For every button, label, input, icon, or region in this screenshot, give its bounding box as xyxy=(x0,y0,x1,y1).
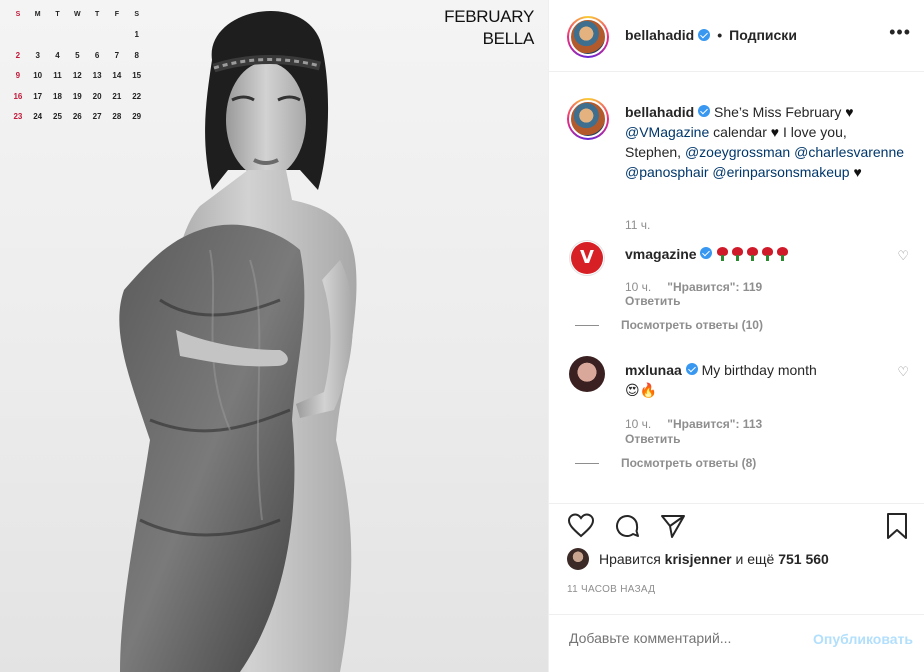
comment-username[interactable]: vmagazine xyxy=(625,246,697,262)
like-icon[interactable] xyxy=(567,512,595,540)
verified-icon xyxy=(685,363,698,375)
view-replies-button[interactable]: Посмотреть ответы (10) xyxy=(575,318,763,332)
mention-link[interactable]: @charlesvarenne xyxy=(794,144,904,160)
share-icon[interactable] xyxy=(659,512,687,540)
view-replies-button[interactable]: Посмотреть ответы (8) xyxy=(575,456,756,470)
black-heart-icon: ♥ xyxy=(853,164,862,180)
likes-prefix: Нравится xyxy=(599,551,661,567)
comment-likes[interactable]: "Нравится": 119 xyxy=(667,280,762,294)
comment-likes[interactable]: "Нравится": 113 xyxy=(667,417,762,431)
dot-separator: • xyxy=(717,27,723,43)
bookmark-icon[interactable] xyxy=(883,512,911,540)
mention-link[interactable]: @erinparsonsmakeup xyxy=(712,164,849,180)
reply-button[interactable]: Ответить xyxy=(625,294,680,308)
commenter-avatar[interactable] xyxy=(569,356,605,392)
black-heart-icon: ♥ xyxy=(845,104,854,120)
comment-input[interactable] xyxy=(569,630,789,646)
caption-username[interactable]: bellahadid xyxy=(625,104,694,120)
following-button[interactable]: Подписки xyxy=(729,27,797,43)
comment-username[interactable]: mxlunaa xyxy=(625,362,682,378)
model-figure-illustration xyxy=(119,11,357,672)
verified-icon xyxy=(698,29,711,41)
comment-icon[interactable] xyxy=(613,512,641,540)
mention-link[interactable]: @zoeygrossman xyxy=(685,144,790,160)
comment-meta: 10 ч. "Нравится": 113 xyxy=(625,417,762,431)
mention-link[interactable]: @panosphair xyxy=(625,164,709,180)
commenter-avatar[interactable]: V xyxy=(569,240,605,276)
post-timestamp[interactable]: 11 ЧАСОВ НАЗАД xyxy=(567,584,655,595)
caption-avatar[interactable] xyxy=(567,98,609,140)
liker-avatar[interactable] xyxy=(567,548,589,570)
author-username[interactable]: bellahadid xyxy=(625,27,694,43)
black-heart-icon: ♥ xyxy=(770,124,780,140)
comment-like-icon[interactable]: ♡ xyxy=(897,248,909,264)
comment-like-icon[interactable]: ♡ xyxy=(897,364,909,380)
post-photo[interactable]: S M T W T F S 1 2 3 4 5 6 7 8 9 10 11 12… xyxy=(0,0,548,672)
comment-text: My birthday month xyxy=(701,362,817,378)
caption-text-2: calendar xyxy=(713,124,767,140)
reply-button[interactable]: Ответить xyxy=(625,432,680,446)
likes-summary: Нравится krisjenner и ещё 751 560 xyxy=(567,548,829,570)
comment-body: vmagazine xyxy=(625,244,875,264)
verified-icon xyxy=(700,247,713,259)
comment-time[interactable]: 10 ч. xyxy=(625,417,651,431)
comment-time[interactable]: 10 ч. xyxy=(625,280,651,294)
post-sidebar: bellahadid • Подписки ••• bellahadid She… xyxy=(548,0,924,672)
caption-time[interactable]: 11 ч. xyxy=(625,218,650,232)
post-header: bellahadid • Подписки ••• xyxy=(549,0,924,72)
more-options-icon[interactable]: ••• xyxy=(889,22,911,43)
rose-emojis xyxy=(716,246,791,262)
post-comment-button[interactable]: Опубликовать xyxy=(813,631,913,647)
caption-text: bellahadid She’s Miss February ♥ @VMagaz… xyxy=(625,102,905,182)
liker-username[interactable]: krisjenner xyxy=(665,551,732,567)
post-actions xyxy=(549,503,924,543)
comment-body: mxlunaa My birthday month 😍🔥 xyxy=(625,360,875,400)
likes-middle: и ещё xyxy=(735,551,775,567)
likes-count[interactable]: 751 560 xyxy=(778,551,829,567)
verified-icon xyxy=(698,105,711,117)
mention-link[interactable]: @VMagazine xyxy=(625,124,709,140)
author-info: bellahadid • Подписки xyxy=(625,27,797,43)
caption-text-1: She’s Miss February xyxy=(714,104,842,120)
comment-emoji: 😍🔥 xyxy=(625,382,658,398)
avatar-letter: V xyxy=(580,247,594,268)
comment-meta: 10 ч. "Нравится": 119 xyxy=(625,280,762,294)
author-avatar[interactable] xyxy=(567,16,609,58)
comment-form: Опубликовать xyxy=(549,614,924,672)
